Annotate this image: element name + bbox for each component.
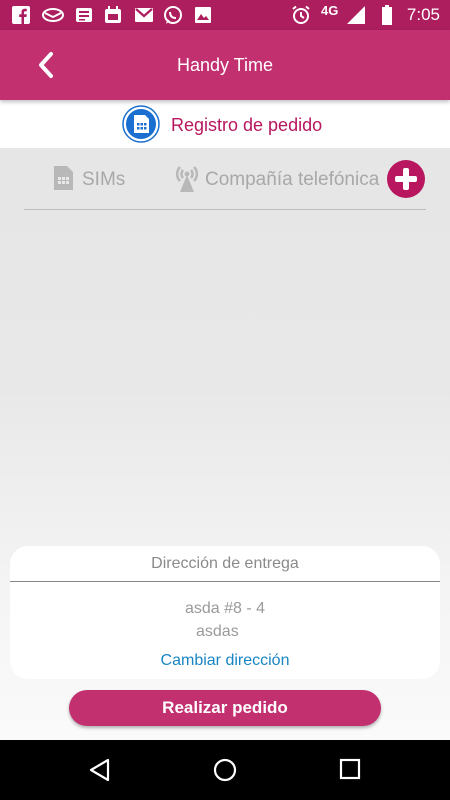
main-content: SIMs Compañía telefónica Dirección de en… bbox=[0, 148, 450, 740]
home-nav-icon[interactable] bbox=[213, 758, 237, 782]
alarm-icon bbox=[292, 5, 310, 24]
place-order-button[interactable]: Realizar pedido bbox=[69, 690, 381, 726]
image-icon bbox=[195, 7, 211, 23]
app-title: Handy Time bbox=[176, 55, 274, 75]
clock: 7:05 bbox=[406, 5, 440, 24]
status-bar: 4G 7:05 bbox=[0, 0, 450, 30]
news-icon bbox=[76, 8, 92, 22]
calendar-icon bbox=[105, 6, 121, 23]
tab-company-label: Compañía telefónica bbox=[205, 169, 380, 190]
antenna-icon bbox=[175, 166, 199, 192]
section-header: Registro de pedido bbox=[0, 100, 450, 148]
battery-icon bbox=[382, 5, 392, 25]
gmail-icon bbox=[135, 8, 153, 22]
address-line-1: asda #8 - 4 bbox=[184, 600, 266, 617]
address-line-2: asdas bbox=[196, 623, 239, 640]
mail-app-icon bbox=[42, 8, 64, 22]
back-nav-icon[interactable] bbox=[88, 758, 112, 782]
tab-bar: SIMs Compañía telefónica bbox=[24, 148, 426, 210]
sim-card-icon bbox=[54, 166, 73, 190]
whatsapp-icon bbox=[164, 6, 182, 24]
system-nav-bar bbox=[0, 740, 450, 800]
divider bbox=[10, 581, 440, 582]
network-type: 4G bbox=[321, 3, 339, 18]
add-button[interactable] bbox=[387, 160, 425, 198]
tab-sims-label: SIMs bbox=[82, 169, 126, 190]
delivery-address-card: Dirección de entrega asda #8 - 4 asdas C… bbox=[10, 546, 440, 679]
recents-nav-icon[interactable] bbox=[339, 758, 361, 780]
section-title: Registro de pedido bbox=[171, 115, 323, 135]
app-bar: Handy Time bbox=[0, 30, 450, 100]
signal-icon bbox=[347, 6, 365, 24]
facebook-icon bbox=[12, 6, 30, 24]
order-icon bbox=[122, 105, 160, 143]
change-address-link[interactable]: Cambiar dirección bbox=[10, 652, 440, 670]
delivery-title: Dirección de entrega bbox=[151, 555, 299, 572]
